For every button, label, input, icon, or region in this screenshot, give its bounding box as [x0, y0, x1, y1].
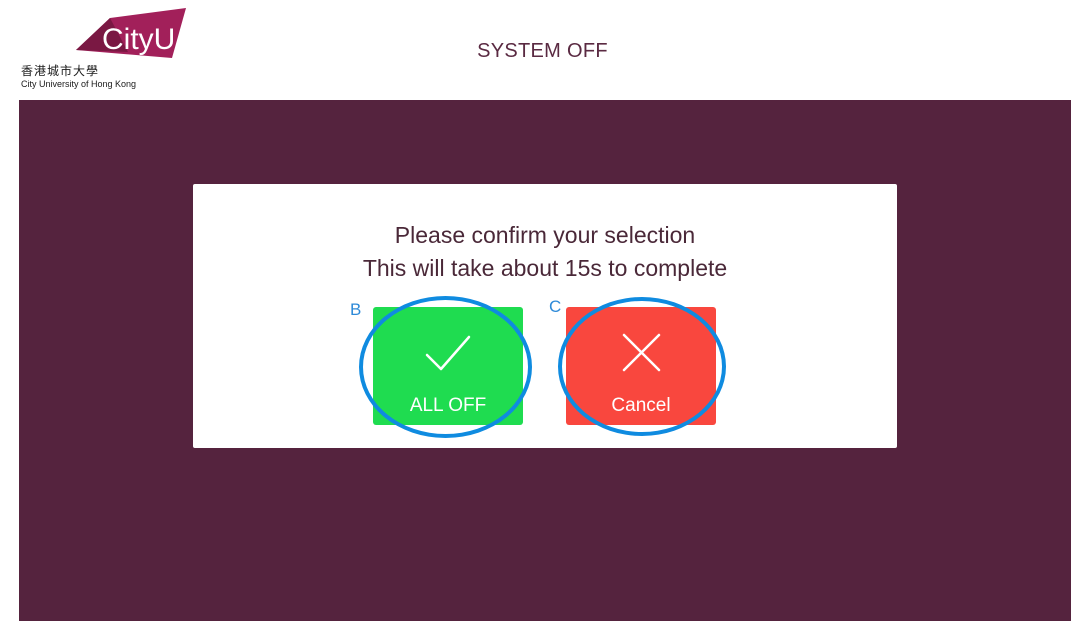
confirm-message: Please confirm your selection [394, 222, 696, 248]
checkmark-icon [425, 335, 471, 371]
confirm-dialog: Please confirm your selection This will … [193, 184, 897, 448]
close-icon [622, 333, 661, 372]
all-off-button[interactable]: ALL OFF [373, 307, 523, 425]
page-title: SYSTEM OFF [477, 40, 608, 62]
annotation-label-b: B [350, 300, 362, 319]
cancel-label: Cancel [611, 395, 671, 416]
cancel-button[interactable]: Cancel [566, 307, 716, 425]
logo-chinese-name: 香港城市大學 [21, 64, 100, 78]
logo-english-name: City University of Hong Kong [21, 79, 137, 89]
all-off-label: ALL OFF [409, 395, 487, 416]
annotation-label-c: C [549, 297, 562, 316]
duration-message: This will take about 15s to complete [362, 255, 728, 281]
header-bar: CityU 香港城市大學 City University of Hong Kon… [0, 0, 1071, 100]
